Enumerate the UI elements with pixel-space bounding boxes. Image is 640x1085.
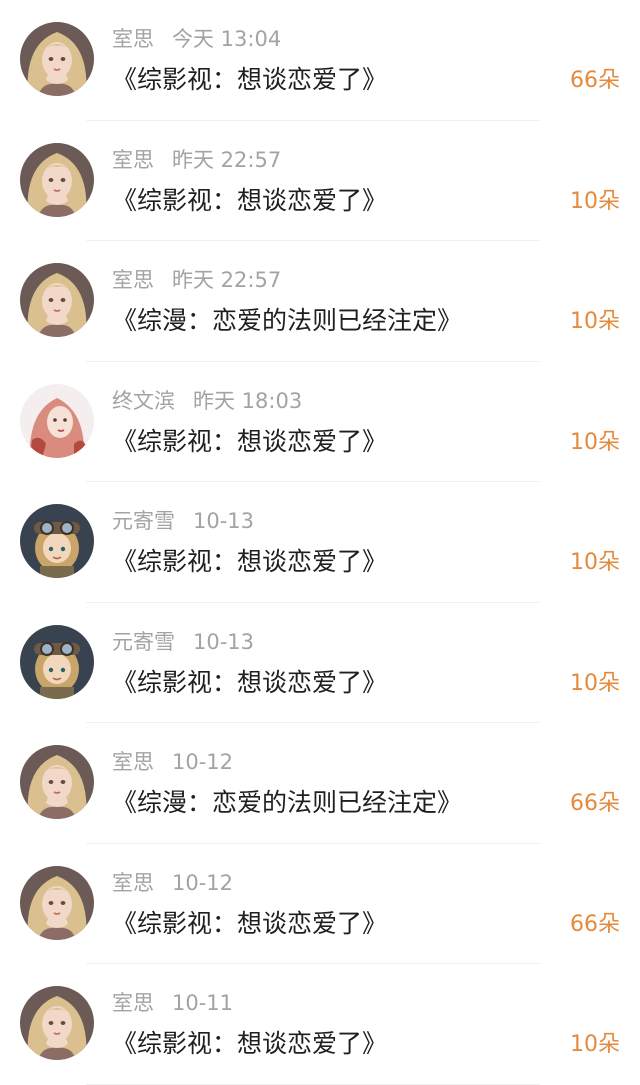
item-meta: 室思 今天 13:04 [112, 24, 281, 54]
item-meta: 室思 10-12 [112, 868, 233, 898]
timestamp: 10-13 [193, 509, 255, 533]
item-meta: 室思 昨天 22:57 [112, 145, 281, 175]
user-name: 室思 [112, 268, 154, 292]
book-title[interactable]: 《综影视：想谈恋爱了》 [112, 906, 387, 942]
item-meta: 终文滨 昨天 18:03 [112, 386, 302, 416]
blonde-girl-avatar [20, 986, 94, 1060]
user-name: 元寄雪 [112, 509, 175, 533]
book-title[interactable]: 《综影视：想谈恋爱了》 [112, 62, 387, 98]
flower-count: 10朵 [570, 670, 620, 696]
book-title[interactable]: 《综漫：恋爱的法则已经注定》 [112, 303, 462, 339]
user-name: 终文滨 [112, 388, 175, 413]
flower-count: 10朵 [570, 1032, 620, 1057]
book-title[interactable]: 《综影视：想谈恋爱了》 [112, 544, 387, 580]
blonde-girl-avatar [20, 745, 94, 819]
blonde-girl-avatar [20, 142, 94, 217]
avatar[interactable] [20, 865, 94, 940]
timestamp: 今天 13:04 [172, 27, 282, 51]
timestamp: 10-12 [172, 750, 234, 774]
user-name: 室思 [112, 147, 154, 172]
flower-count: 66朵 [570, 911, 620, 937]
flower-count: 10朵 [570, 188, 620, 214]
timestamp: 昨天 18:03 [193, 388, 303, 413]
book-title[interactable]: 《综影视：想谈恋爱了》 [112, 183, 387, 219]
timestamp: 10-13 [193, 629, 255, 654]
item-meta: 室思 10-12 [112, 747, 233, 777]
user-name: 室思 [112, 991, 154, 1015]
list-item[interactable]: 室思 昨天 22:57 《综影视：想谈恋爱了》 10朵 [0, 121, 640, 241]
list-item[interactable]: 室思 今天 13:04 《综影视：想谈恋爱了》 66朵 [0, 0, 640, 121]
item-meta: 室思 10-11 [112, 988, 233, 1018]
user-name: 室思 [112, 27, 154, 51]
avatar[interactable] [20, 22, 94, 96]
flower-count: 10朵 [570, 550, 620, 575]
timestamp: 昨天 22:57 [172, 268, 282, 292]
user-name: 室思 [112, 750, 154, 774]
list-item[interactable]: 元寄雪 10-13 《综影视：想谈恋爱了》 10朵 [0, 482, 640, 603]
timestamp: 昨天 22:57 [172, 147, 282, 172]
list-item[interactable]: 室思 10-12 《综影视：想谈恋爱了》 66朵 [0, 844, 640, 964]
flower-count: 66朵 [570, 68, 620, 93]
list-item[interactable]: 室思 昨天 22:57 《综漫：恋爱的法则已经注定》 10朵 [0, 241, 640, 362]
pink-girl-avatar [20, 383, 94, 458]
user-name: 室思 [112, 870, 154, 895]
avatar[interactable] [20, 263, 94, 337]
avatar[interactable] [20, 745, 94, 819]
avatar[interactable] [20, 504, 94, 578]
item-meta: 元寄雪 10-13 [112, 627, 254, 657]
item-meta: 元寄雪 10-13 [112, 506, 254, 536]
aviator-chibi-avatar [20, 504, 94, 578]
book-title[interactable]: 《综影视：想谈恋爱了》 [112, 665, 387, 701]
item-meta: 室思 昨天 22:57 [112, 265, 281, 295]
blonde-girl-avatar [20, 22, 94, 96]
book-title[interactable]: 《综影视：想谈恋爱了》 [112, 424, 387, 460]
gift-record-list: 室思 今天 13:04 《综影视：想谈恋爱了》 66朵 室思 昨天 22:57 《综… [0, 0, 640, 1085]
avatar[interactable] [20, 142, 94, 217]
flower-count: 66朵 [570, 791, 620, 816]
user-name: 元寄雪 [112, 629, 175, 654]
avatar[interactable] [20, 624, 94, 699]
aviator-chibi-avatar [20, 624, 94, 699]
avatar[interactable] [20, 383, 94, 458]
list-item[interactable]: 元寄雪 10-13 《综影视：想谈恋爱了》 10朵 [0, 603, 640, 723]
flower-count: 10朵 [570, 429, 620, 455]
timestamp: 10-11 [172, 991, 234, 1015]
book-title[interactable]: 《综影视：想谈恋爱了》 [112, 1026, 387, 1062]
book-title[interactable]: 《综漫：恋爱的法则已经注定》 [112, 785, 462, 821]
list-item[interactable]: 室思 10-11 《综影视：想谈恋爱了》 10朵 [0, 964, 640, 1085]
timestamp: 10-12 [172, 870, 234, 895]
list-item[interactable]: 终文滨 昨天 18:03 《综影视：想谈恋爱了》 10朵 [0, 362, 640, 482]
blonde-girl-avatar [20, 263, 94, 337]
flower-count: 10朵 [570, 309, 620, 334]
avatar[interactable] [20, 986, 94, 1060]
list-item[interactable]: 室思 10-12 《综漫：恋爱的法则已经注定》 66朵 [0, 723, 640, 844]
blonde-girl-avatar [20, 865, 94, 940]
